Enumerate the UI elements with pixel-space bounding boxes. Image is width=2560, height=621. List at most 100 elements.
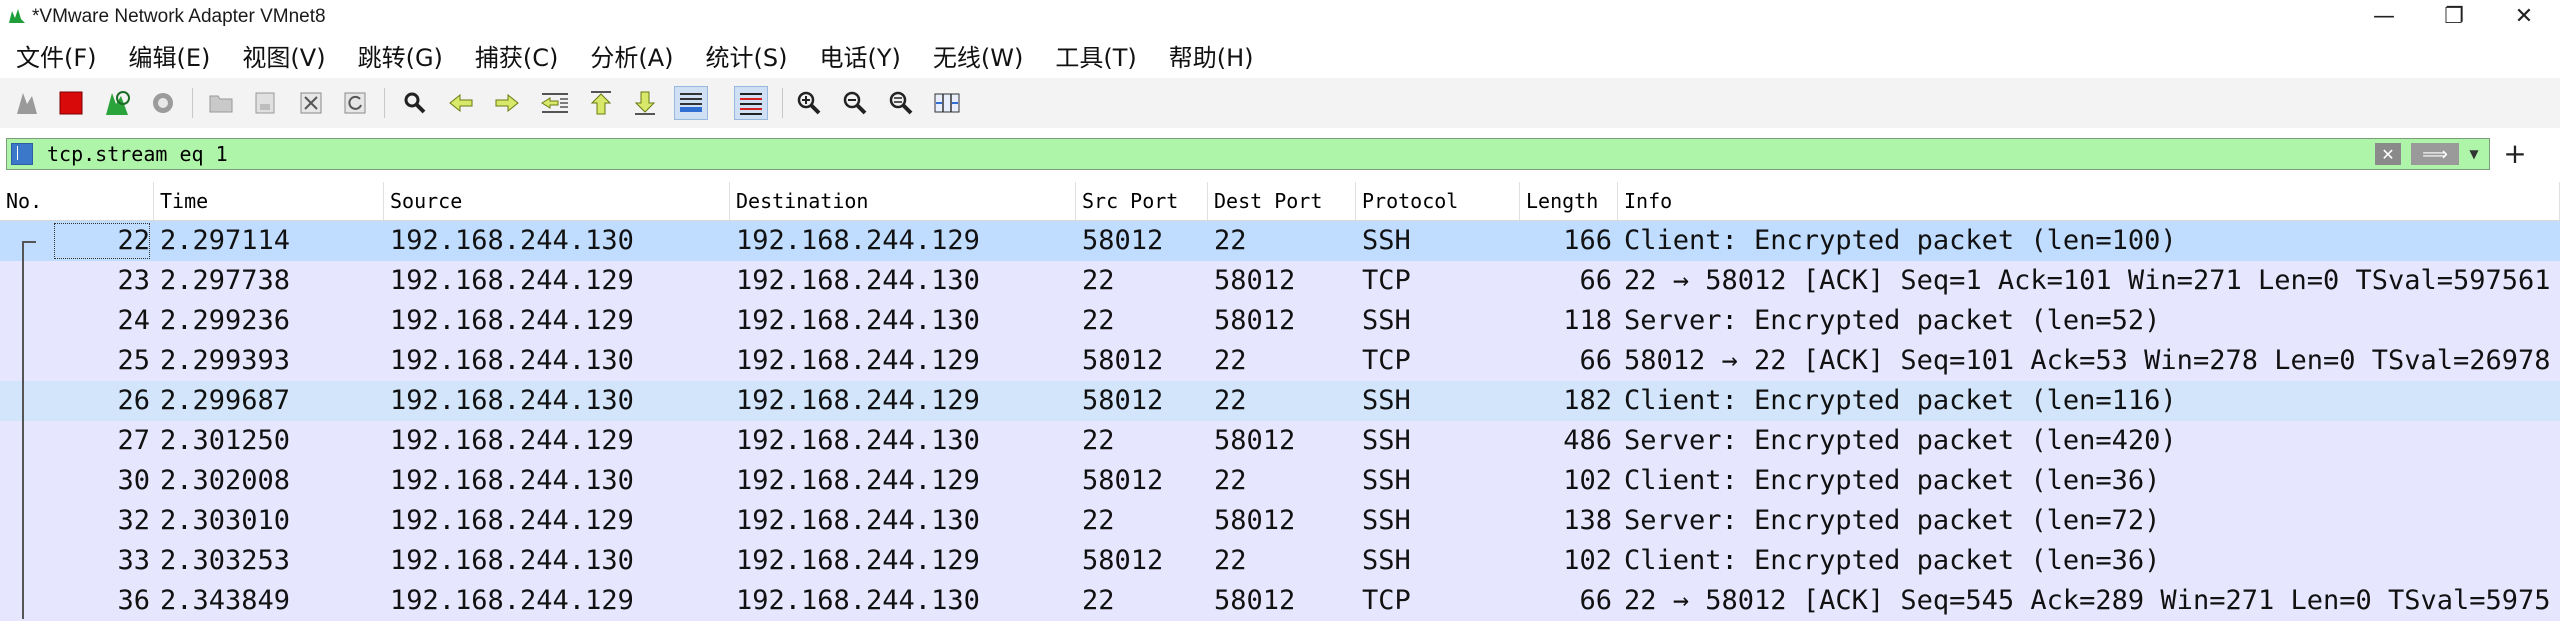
save-file-icon[interactable] (248, 86, 282, 120)
cell-src-port: 58012 (1082, 385, 1164, 416)
conversation-bracket-line (22, 241, 24, 619)
toolbar-separator (384, 88, 385, 118)
cell-length: 66 (1579, 345, 1612, 376)
menu-help[interactable]: 帮助(H) (1153, 38, 1270, 73)
cell-length: 138 (1563, 505, 1612, 536)
close-window-button[interactable]: ✕ (2494, 0, 2554, 32)
column-header-length[interactable]: Length (1520, 182, 1618, 220)
conversation-bracket-start (22, 241, 36, 243)
table-row[interactable]: 25 2.299393 192.168.244.130 192.168.244.129… (0, 341, 2560, 381)
add-filter-button[interactable]: + (2500, 137, 2530, 170)
column-header-destination[interactable]: Destination (730, 182, 1076, 220)
last-packet-icon[interactable] (628, 86, 662, 120)
bookmark-icon[interactable] (11, 143, 33, 165)
normal-size-icon[interactable] (884, 86, 918, 120)
resize-columns-icon[interactable] (930, 86, 964, 120)
menu-go[interactable]: 跳转(G) (342, 38, 459, 73)
menu-statistics[interactable]: 统计(S) (690, 38, 804, 73)
cell-source: 192.168.244.130 (390, 545, 634, 576)
table-row[interactable]: 32 2.303010 192.168.244.129 192.168.244.130… (0, 501, 2560, 541)
table-row[interactable]: 36 2.343849 192.168.244.129 192.168.244.130… (0, 581, 2560, 621)
cell-destination: 192.168.244.130 (736, 505, 980, 536)
cell-info: Client: Encrypted packet (len=100) (1624, 225, 2177, 256)
colorize-icon[interactable] (734, 86, 768, 120)
display-filter-input[interactable] (47, 139, 2367, 169)
focus-indicator (54, 223, 150, 259)
column-header-source[interactable]: Source (384, 182, 730, 220)
cell-length: 118 (1563, 305, 1612, 336)
cell-protocol: TCP (1362, 265, 1411, 296)
toolbar-separator (782, 88, 783, 118)
shark-fin-start-icon[interactable] (10, 86, 44, 120)
cell-time: 2.301250 (160, 425, 291, 456)
cell-protocol: SSH (1362, 385, 1411, 416)
first-packet-icon[interactable] (584, 86, 618, 120)
find-packet-icon[interactable] (398, 86, 432, 120)
apply-filter-button[interactable]: ⟹ (2411, 143, 2459, 165)
cell-src-port: 22 (1082, 585, 1115, 616)
maximize-button[interactable]: ❐ (2424, 0, 2484, 32)
cell-source: 192.168.244.130 (390, 345, 634, 376)
menu-telephony[interactable]: 电话(Y) (804, 38, 917, 73)
stop-capture-icon[interactable] (54, 86, 88, 120)
column-header-protocol[interactable]: Protocol (1356, 182, 1520, 220)
menu-analyze[interactable]: 分析(A) (574, 38, 689, 73)
menu-tools[interactable]: 工具(T) (1039, 38, 1152, 73)
table-row[interactable]: 24 2.299236 192.168.244.129 192.168.244.130… (0, 301, 2560, 341)
table-row[interactable]: 33 2.303253 192.168.244.130 192.168.244.129… (0, 541, 2560, 581)
column-header-time[interactable]: Time (154, 182, 384, 220)
menu-file[interactable]: 文件(F) (0, 38, 113, 73)
cell-dest-port: 22 (1214, 225, 1247, 256)
table-row[interactable]: 22 2.297114 192.168.244.130 192.168.244.129… (0, 221, 2560, 261)
auto-scroll-icon[interactable] (674, 86, 708, 120)
menu-edit[interactable]: 编辑(E) (113, 38, 227, 73)
cell-src-port: 58012 (1082, 465, 1164, 496)
restart-capture-icon[interactable] (100, 86, 134, 120)
close-file-icon[interactable] (294, 86, 328, 120)
cell-src-port: 22 (1082, 505, 1115, 536)
cell-time: 2.297114 (160, 225, 291, 256)
open-file-icon[interactable] (204, 86, 238, 120)
table-row[interactable]: 26 2.299687 192.168.244.130 192.168.244.129… (0, 381, 2560, 421)
cell-info: Client: Encrypted packet (len=36) (1624, 545, 2161, 576)
menu-view[interactable]: 视图(V) (226, 38, 341, 73)
go-forward-icon[interactable] (490, 86, 524, 120)
cell-protocol: SSH (1362, 305, 1411, 336)
reload-file-icon[interactable] (338, 86, 372, 120)
cell-dest-port: 58012 (1214, 505, 1296, 536)
column-header-src-port[interactable]: Src Port (1076, 182, 1208, 220)
cell-info: 58012 → 22 [ACK] Seq=101 Ack=53 Win=278 … (1624, 345, 2551, 376)
column-header-dest-port[interactable]: Dest Port (1208, 182, 1356, 220)
cell-destination: 192.168.244.130 (736, 265, 980, 296)
zoom-in-icon[interactable] (792, 86, 826, 120)
cell-protocol: SSH (1362, 425, 1411, 456)
zoom-out-icon[interactable] (838, 86, 872, 120)
capture-options-icon[interactable] (146, 86, 180, 120)
menu-capture[interactable]: 捕获(C) (459, 38, 574, 73)
minimize-button[interactable]: — (2354, 0, 2414, 32)
cell-source: 192.168.244.130 (390, 465, 634, 496)
table-row[interactable]: 23 2.297738 192.168.244.129 192.168.244.130… (0, 261, 2560, 301)
cell-info: Client: Encrypted packet (len=116) (1624, 385, 2177, 416)
table-row[interactable]: 30 2.302008 192.168.244.130 192.168.244.129… (0, 461, 2560, 501)
cell-dest-port: 22 (1214, 545, 1247, 576)
main-toolbar (0, 78, 2560, 128)
go-to-packet-icon[interactable] (538, 86, 572, 120)
table-row[interactable]: 27 2.301250 192.168.244.129 192.168.244.130… (0, 421, 2560, 461)
column-header-info[interactable]: Info (1618, 182, 2560, 220)
display-filter-bar: ✕ ⟹ ▼ + (0, 134, 2560, 174)
cell-info: Server: Encrypted packet (len=72) (1624, 505, 2161, 536)
menu-wireless[interactable]: 无线(W) (917, 38, 1039, 73)
clear-filter-button[interactable]: ✕ (2375, 143, 2401, 165)
cell-time: 2.302008 (160, 465, 291, 496)
cell-source: 192.168.244.130 (390, 225, 634, 256)
cell-length: 166 (1563, 225, 1612, 256)
cell-info: Server: Encrypted packet (len=52) (1624, 305, 2161, 336)
cell-src-port: 58012 (1082, 545, 1164, 576)
filter-history-dropdown[interactable]: ▼ (2463, 143, 2485, 165)
cell-protocol: TCP (1362, 345, 1411, 376)
go-back-icon[interactable] (444, 86, 478, 120)
cell-length: 66 (1579, 585, 1612, 616)
column-header-no[interactable]: No. (0, 182, 154, 220)
cell-dest-port: 58012 (1214, 265, 1296, 296)
